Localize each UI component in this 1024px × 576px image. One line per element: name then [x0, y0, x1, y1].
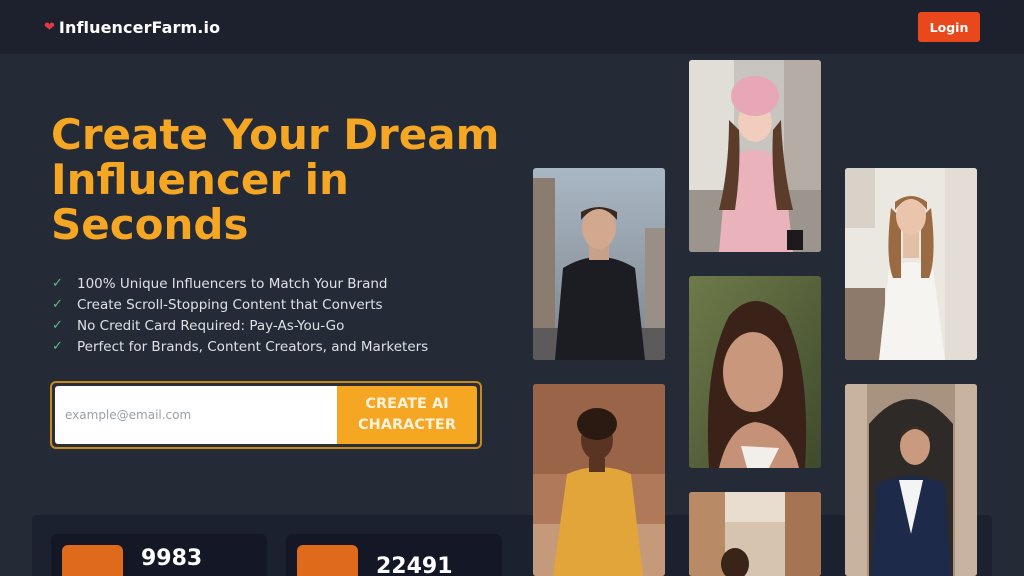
- check-icon: ✓: [52, 276, 63, 291]
- photo-woman-yellow-dress[interactable]: [533, 384, 665, 576]
- smiley-icon: [62, 545, 123, 576]
- brand-logo[interactable]: ❤ InfluencerFarm.io: [44, 18, 220, 37]
- photo-man-blazer[interactable]: [845, 384, 977, 576]
- hero-title: Create Your Dream Influencer in Seconds: [51, 110, 500, 249]
- stat-value: 9983: [141, 546, 203, 571]
- check-icon: ✓: [52, 318, 63, 333]
- photo-woman-street[interactable]: [689, 492, 821, 576]
- feature-item: ✓ 100% Unique Influencers to Match Your …: [52, 273, 428, 294]
- feature-item: ✓ Perfect for Brands, Content Creators, …: [52, 336, 428, 357]
- create-ai-character-button[interactable]: CREATE AI CHARACTER: [337, 386, 477, 444]
- photo-woman-pink-beanie[interactable]: [689, 60, 821, 252]
- check-icon: ✓: [52, 339, 63, 354]
- feature-text: No Credit Card Required: Pay-As-You-Go: [77, 317, 345, 334]
- photo-woman-white-dress[interactable]: [845, 168, 977, 360]
- top-nav: ❤ InfluencerFarm.io Login: [0, 0, 1024, 54]
- check-icon: ✓: [52, 297, 63, 312]
- feature-text: Perfect for Brands, Content Creators, an…: [77, 338, 429, 355]
- signup-form: CREATE AI CHARACTER: [50, 381, 482, 449]
- feature-list: ✓ 100% Unique Influencers to Match Your …: [52, 273, 428, 357]
- heart-icon: ❤: [44, 19, 55, 35]
- photo-woman-portrait[interactable]: [689, 276, 821, 468]
- stat-value: 22491: [376, 554, 453, 576]
- camera-icon: [297, 545, 358, 576]
- feature-text: 100% Unique Influencers to Match Your Br…: [77, 275, 388, 292]
- feature-item: ✓ No Credit Card Required: Pay-As-You-Go: [52, 315, 428, 336]
- email-field[interactable]: [55, 386, 337, 444]
- stat-card: 9983: [51, 534, 267, 576]
- stat-card: 22491: [286, 534, 502, 576]
- photo-man-black-coat[interactable]: [533, 168, 665, 360]
- feature-item: ✓ Create Scroll-Stopping Content that Co…: [52, 294, 428, 315]
- feature-text: Create Scroll-Stopping Content that Conv…: [77, 296, 383, 313]
- login-button[interactable]: Login: [918, 12, 980, 42]
- brand-name: InfluencerFarm.io: [58, 17, 221, 37]
